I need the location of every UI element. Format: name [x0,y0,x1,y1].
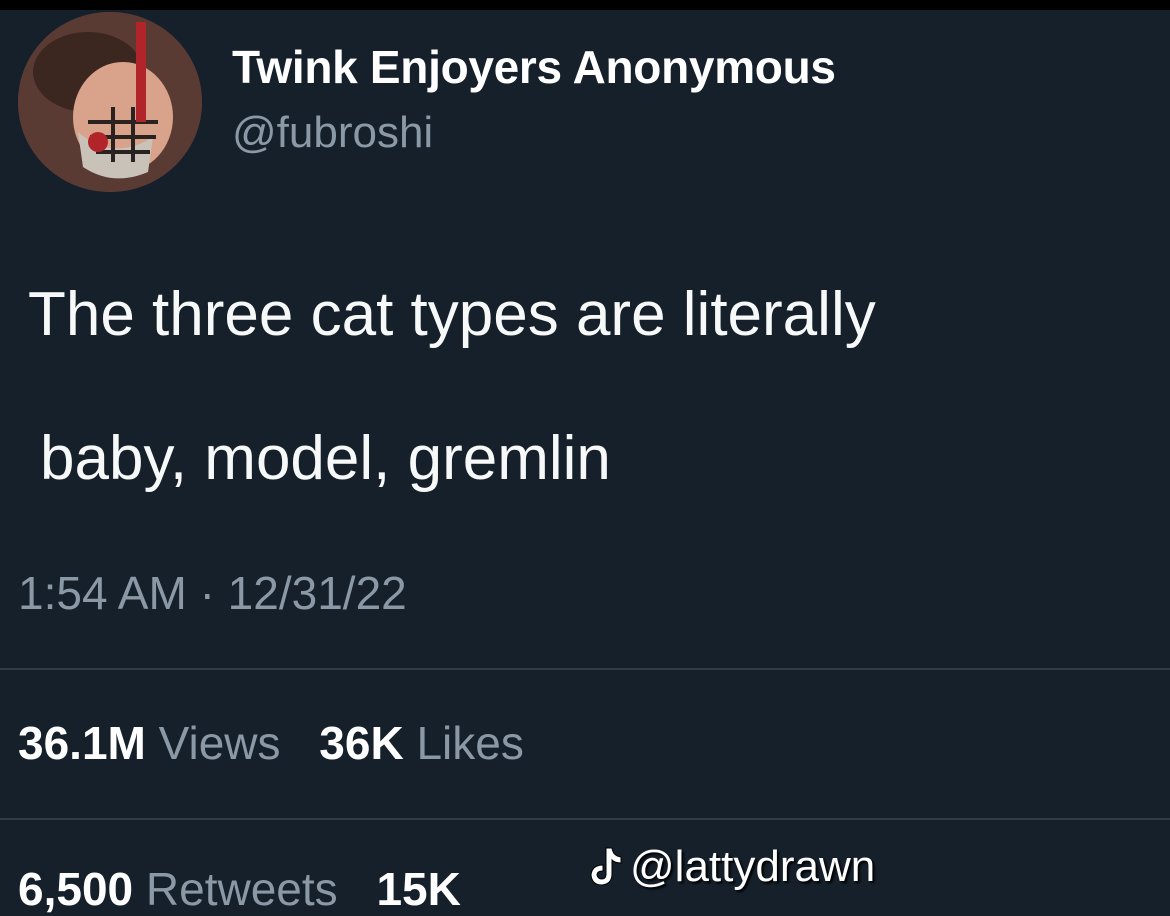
likes-label: Likes [416,717,524,769]
tiktok-watermark: @lattydrawn [586,842,875,892]
likes-count: 36K [319,717,404,769]
retweets-label: Retweets [145,863,338,915]
quotes-stat[interactable]: 15K [376,862,460,916]
avatar[interactable] [18,12,202,192]
divider [0,818,1170,820]
retweets-count: 6,500 [18,863,134,915]
views-count: 36.1M [18,717,146,769]
tweet-time: 1:54 AM [18,567,187,619]
author-display-name[interactable]: Twink Enjoyers Anonymous [232,40,836,94]
views-label: Views [158,717,281,769]
meta-separator: · [199,567,215,619]
likes-stat[interactable]: 36K Likes [319,716,524,770]
stats-row-views-likes: 36.1M Views 36K Likes [18,716,550,770]
divider [0,668,1170,670]
tweet-text-line-1: The three cat types are literally [28,280,876,349]
author-handle[interactable]: @fubroshi [232,108,433,158]
stats-row-retweets-quotes: 6,500 Retweets 15K [18,862,487,916]
tweet-text-line-2: baby, model, gremlin [40,424,611,493]
quotes-count: 15K [376,863,461,915]
tiktok-icon [590,847,622,886]
tweet-date: 12/31/22 [227,567,407,619]
retweets-stat[interactable]: 6,500 Retweets [18,862,338,916]
avatar-image [18,12,202,192]
top-black-strip [0,0,1170,10]
views-stat[interactable]: 36.1M Views [18,716,281,770]
tweet-timestamp[interactable]: 1:54 AM · 12/31/22 [18,566,407,620]
watermark-text: @lattydrawn [630,842,876,891]
